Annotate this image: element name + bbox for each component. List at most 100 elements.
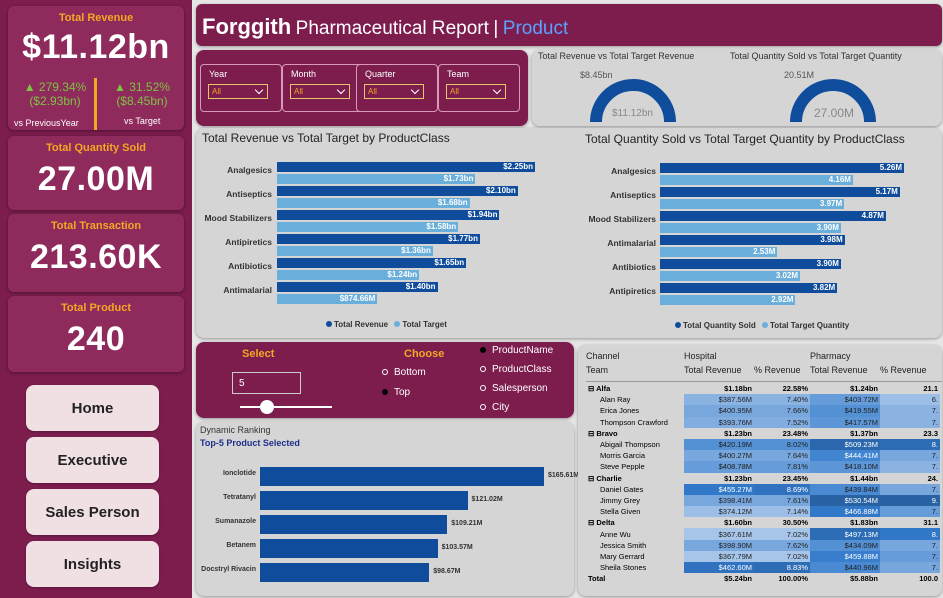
matrix-value-cell: 7. <box>880 562 940 574</box>
column-header[interactable]: Total Revenue <box>684 363 754 377</box>
actual-bar[interactable]: $1.77bn <box>277 234 480 244</box>
target-bar[interactable]: $1.24bn <box>277 270 420 280</box>
nav-sales-person-button[interactable]: Sales Person <box>26 489 159 535</box>
month-dropdown[interactable]: All <box>290 84 350 99</box>
choose-top-radio[interactable]: Top <box>382 387 410 398</box>
matrix-value-cell: 100.00% <box>778 574 808 584</box>
actual-bar[interactable]: $1.40bn <box>277 282 438 292</box>
target-bar[interactable]: 2.53M <box>660 247 778 257</box>
quarter-slicer[interactable]: Quarter All <box>356 64 438 112</box>
target-bar[interactable]: $1.68bn <box>277 198 470 208</box>
dim-productname-radio[interactable]: ProductName <box>480 345 553 356</box>
actual-bar[interactable]: $98.67M <box>260 563 460 582</box>
matrix-row[interactable]: Mary Gerrard $367.79M 7.02% $459.88M 7. <box>586 550 940 562</box>
dim-salesperson-radio[interactable]: Salesperson <box>480 383 548 394</box>
matrix-row[interactable]: Morris Garcia $400.27M 7.64% $444.41M 7. <box>586 450 940 462</box>
dim-city-radio[interactable]: City <box>480 402 509 413</box>
actual-bar[interactable]: 3.90M <box>660 259 841 269</box>
nav-home-button[interactable]: Home <box>26 385 159 431</box>
actual-bar[interactable]: $1.65bn <box>277 258 467 268</box>
matrix-value-cell: 7. <box>880 550 940 562</box>
matrix-value-cell: $462.60M <box>684 562 754 574</box>
matrix-row[interactable]: Abigail Thompson $420.19M 8.02% $509.23M 8. <box>586 438 940 451</box>
radio-label: Bottom <box>394 367 426 378</box>
dim-productclass-radio[interactable]: ProductClass <box>480 364 551 375</box>
year-slicer[interactable]: Year All <box>200 64 282 112</box>
radio-label: City <box>492 402 510 413</box>
select-count-input[interactable]: 5 <box>232 372 301 394</box>
select-slider-track[interactable] <box>240 406 332 408</box>
column-header[interactable]: % Revenue <box>880 363 940 377</box>
matrix-value-cell: $440.96M <box>810 562 880 574</box>
target-bar[interactable]: $1.73bn <box>277 174 476 184</box>
year-dropdown[interactable]: All <box>208 84 268 99</box>
matrix-row[interactable]: Jimmy Grey $398.41M 7.61% $530.54M 9. <box>586 494 940 507</box>
column-header[interactable]: % Revenue <box>754 363 810 377</box>
kpi-value: 27.00M <box>37 160 155 198</box>
matrix-value-cell: 7. <box>880 416 940 428</box>
matrix-row[interactable]: Alan Ray $387.56M 7.40% $403.72M 6. <box>586 394 940 406</box>
actual-bar[interactable]: $165.61M <box>260 467 579 486</box>
matrix-row[interactable]: Thompson Crawford $393.76M 7.52% $417.57M 7. <box>586 416 940 428</box>
matrix-group-row[interactable]: ⊟ Alfa $1.18bn 22.58% $1.24bn 21.1 <box>586 383 940 394</box>
matrix-group-row[interactable]: ⊟ Delta $1.60bn 30.50% $1.83bn 31.1 <box>586 517 940 528</box>
actual-bar[interactable]: 5.17M <box>660 187 900 197</box>
matrix-row[interactable]: Anne Wu $367.61M 7.02% $497.13M 8. <box>586 528 940 540</box>
matrix-value-cell: $1.60bn <box>724 518 752 528</box>
matrix-value-cell: $455.27M <box>684 483 754 495</box>
target-bar[interactable]: 3.97M <box>660 199 845 209</box>
matrix-group-row[interactable]: Total $5.24bn 100.00% $5.88bn 100.0 <box>586 573 940 584</box>
channel-team-matrix: Channel Hospital Pharmacy Team Total Revenu… <box>578 345 942 596</box>
matrix-value-cell: 23.45% <box>782 473 808 483</box>
matrix-group-row[interactable]: ⊟ Charlie $1.23bn 23.45% $1.44bn 24. <box>586 473 940 484</box>
target-bar[interactable]: $1.36bn <box>277 246 433 256</box>
target-bar[interactable]: 3.90M <box>660 223 841 233</box>
actual-bar[interactable]: $2.25bn <box>277 162 535 172</box>
kpi-value: $11.12bn <box>22 28 170 66</box>
matrix-row[interactable]: Stella Given $374.12M 7.14% $466.88M 7. <box>586 506 940 518</box>
target-bar[interactable]: $874.66M <box>277 294 378 304</box>
kpi-total-quantity: Total Quantity Sold 27.00M <box>8 136 184 210</box>
page-name[interactable]: Product <box>503 18 568 39</box>
target-bar[interactable]: 2.92M <box>660 295 796 305</box>
target-bar[interactable]: $1.58bn <box>277 222 459 232</box>
actual-bar[interactable]: 3.98M <box>660 235 845 245</box>
matrix-row[interactable]: Jessica Smith $398.90M 7.62% $434.09M 7. <box>586 539 940 551</box>
column-header[interactable]: Total Revenue <box>810 363 880 377</box>
matrix-value-cell: 9. <box>880 494 940 507</box>
actual-bar[interactable]: $2.10bn <box>277 186 518 196</box>
target-bar[interactable]: 3.02M <box>660 271 801 281</box>
matrix-value-cell: $418.10M <box>810 461 880 473</box>
actual-bar[interactable]: $109.21M <box>260 515 482 534</box>
matrix-row[interactable]: Daniel Gates $455.27M 8.69% $439.84M 7. <box>586 483 940 495</box>
actual-bar[interactable]: $121.02M <box>260 491 503 510</box>
data-label: 3.82M <box>812 283 836 292</box>
actual-bar[interactable]: 3.82M <box>660 283 838 293</box>
team-dropdown[interactable]: All <box>446 84 506 99</box>
select-slider-handle[interactable] <box>260 400 274 414</box>
actual-bar[interactable]: $1.94bn <box>277 210 500 220</box>
matrix-value-cell: $387.56M <box>684 394 754 406</box>
actual-bar[interactable]: 4.87M <box>660 211 886 221</box>
matrix-value-cell: 21.1 <box>923 384 938 394</box>
matrix-team-cell: Stella Given <box>600 507 641 517</box>
matrix-row[interactable]: Sheila Stones $462.60M 8.83% $440.96M 7. <box>586 562 940 574</box>
matrix-row[interactable]: Erica Jones $400.95M 7.66% $419.55M 7. <box>586 405 940 417</box>
target-bar[interactable]: 4.16M <box>660 175 853 185</box>
team-slicer[interactable]: Team All <box>438 64 520 112</box>
matrix-team-cell: Steve Pepple <box>600 462 645 472</box>
matrix-row[interactable]: Steve Pepple $408.78M 7.81% $418.10M 7. <box>586 461 940 473</box>
actual-bar[interactable]: $103.57M <box>260 539 473 558</box>
matrix-group-row[interactable]: ⊟ Bravo $1.23bn 23.48% $1.37bn 23.3 <box>586 428 940 439</box>
month-slicer[interactable]: Month All <box>282 64 364 112</box>
actual-bar[interactable]: 5.26M <box>660 163 904 173</box>
data-label: $1.65bn <box>434 258 465 267</box>
choose-bottom-radio[interactable]: Bottom <box>382 367 426 378</box>
nav-insights-button[interactable]: Insights <box>26 541 159 587</box>
category-label: Ionclotide <box>222 470 256 477</box>
data-label: 5.17M <box>875 187 898 196</box>
matrix-team-cell: Sheila Stones <box>600 563 647 573</box>
nav-executive-button[interactable]: Executive <box>26 437 159 483</box>
matrix-value-cell: $444.41M <box>810 450 880 462</box>
quarter-dropdown[interactable]: All <box>364 84 424 99</box>
